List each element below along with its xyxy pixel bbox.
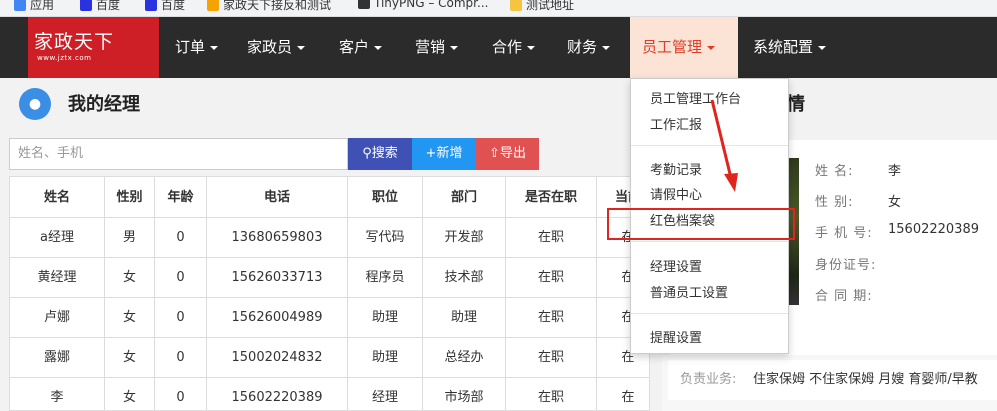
annotation-arrow-icon bbox=[710, 99, 738, 192]
